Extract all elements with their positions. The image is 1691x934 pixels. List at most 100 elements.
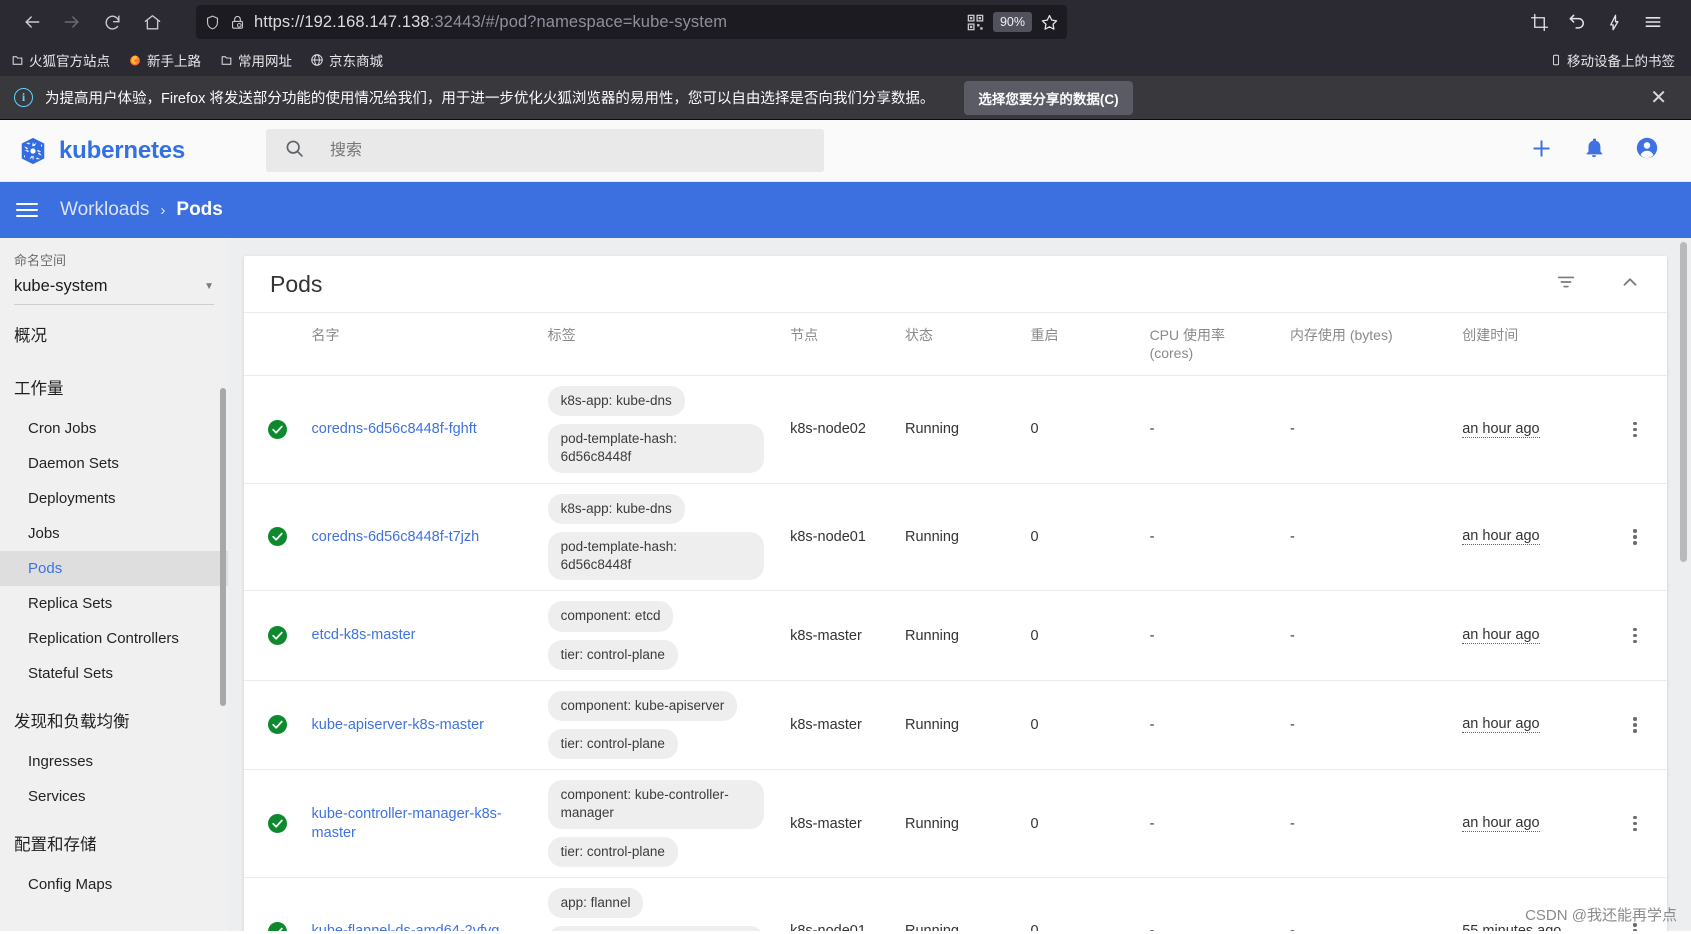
- th-state[interactable]: 状态: [896, 313, 1023, 376]
- main-scrollbar[interactable]: [1680, 242, 1687, 562]
- th-restarts[interactable]: 重启: [1022, 313, 1142, 376]
- label-chip[interactable]: pod-template-hash: 6d56c8448f: [547, 531, 764, 581]
- label-chip[interactable]: k8s-app: kube-dns: [547, 386, 685, 417]
- mobile-bookmarks-item[interactable]: 移动设备上的书签: [1549, 50, 1681, 70]
- reload-icon[interactable]: [94, 5, 130, 39]
- sidebar-item-replication-controllers[interactable]: Replication Controllers: [0, 621, 228, 656]
- pod-name-link[interactable]: etcd-k8s-master: [312, 626, 416, 645]
- table-row[interactable]: etcd-k8s-master component: etcd tier: con…: [244, 590, 1667, 681]
- th-name[interactable]: 名字: [303, 313, 540, 376]
- row-restarts-cell: 0: [1022, 483, 1142, 592]
- filter-icon[interactable]: [1555, 271, 1577, 298]
- sidebar-scrollbar[interactable]: [220, 388, 226, 706]
- sidebar-item-services[interactable]: Services: [0, 779, 228, 814]
- namespace-selector[interactable]: kube-system ▼: [14, 274, 214, 305]
- app-menu-icon[interactable]: [1635, 5, 1671, 39]
- sidebar-item-stateful-sets[interactable]: Stateful Sets: [0, 656, 228, 691]
- row-created-cell: an hour ago: [1454, 483, 1604, 592]
- th-cpu-usage[interactable]: CPU 使用率 (cores): [1141, 313, 1282, 376]
- row-menu-icon[interactable]: [1611, 421, 1659, 437]
- table-row[interactable]: kube-flannel-ds-amd64-2vfvg app: flannel…: [244, 877, 1667, 931]
- th-labels[interactable]: 标签: [539, 313, 783, 376]
- kubernetes-dashboard: kubernetes Workloads › Pods: [0, 120, 1691, 931]
- page-title: Pods: [270, 270, 323, 297]
- row-name-cell: kube-controller-manager-k8s-master: [303, 769, 540, 878]
- label-chip[interactable]: component: kube-apiserver: [547, 690, 738, 721]
- label-chip[interactable]: tier: control-plane: [547, 639, 678, 670]
- row-menu-icon[interactable]: [1611, 717, 1659, 733]
- table-row[interactable]: coredns-6d56c8448f-t7jzh k8s-app: kube-d…: [244, 483, 1667, 592]
- label-chip[interactable]: pod-template-hash: 6d56c8448f: [547, 424, 764, 473]
- bookmark-item[interactable]: 京东商城: [310, 50, 383, 70]
- url-bar[interactable]: https://192.168.147.138:32443/#/pod?name…: [196, 5, 1067, 39]
- zoom-level-badge[interactable]: 90%: [992, 12, 1032, 32]
- sidebar-group-workloads[interactable]: 工作量: [0, 358, 228, 411]
- sidebar-item-pods[interactable]: Pods: [0, 551, 228, 586]
- qr-code-icon[interactable]: [966, 13, 985, 32]
- kubernetes-logo-icon: [18, 136, 48, 166]
- bookmark-item[interactable]: 常用网址: [219, 50, 292, 70]
- pod-name-link[interactable]: coredns-6d56c8448f-fghft: [312, 420, 477, 439]
- label-chip[interactable]: tier: control-plane: [547, 836, 678, 867]
- label-chip[interactable]: tier: control-plane: [547, 728, 678, 760]
- pod-name-link[interactable]: kube-flannel-ds-amd64-2vfvg: [312, 922, 500, 931]
- bookmark-item[interactable]: 新手上路: [128, 50, 201, 70]
- row-labels-cell: component: kube-apiserver tier: control-p…: [539, 680, 783, 771]
- sidebar-item-cron-jobs[interactable]: Cron Jobs: [0, 411, 228, 446]
- row-menu-icon[interactable]: [1611, 627, 1659, 644]
- label-chip[interactable]: k8s-app: kube-dns: [547, 493, 685, 524]
- th-node[interactable]: 节点: [782, 313, 897, 376]
- screenshot-crop-icon[interactable]: [1521, 5, 1557, 39]
- table-row[interactable]: kube-controller-manager-k8s-master compo…: [244, 769, 1667, 878]
- shield-icon[interactable]: [204, 14, 221, 31]
- pod-name-link[interactable]: coredns-6d56c8448f-t7jzh: [312, 528, 480, 547]
- sidebar-item-replica-sets[interactable]: Replica Sets: [0, 586, 228, 621]
- status-ok-icon: [268, 715, 287, 735]
- th-created[interactable]: 创建时间: [1454, 313, 1604, 376]
- sidebar-group-discovery[interactable]: 发现和负载均衡: [0, 691, 228, 744]
- search-bar[interactable]: [266, 129, 824, 172]
- row-state-cell: Running: [896, 769, 1023, 878]
- th-memory-usage[interactable]: 内存使用 (bytes): [1281, 313, 1455, 376]
- brand-logo[interactable]: kubernetes: [14, 136, 266, 166]
- account-icon[interactable]: [1635, 136, 1659, 165]
- chevron-up-icon[interactable]: [1619, 271, 1641, 298]
- pod-name-link[interactable]: kube-apiserver-k8s-master: [312, 716, 484, 735]
- pocket-icon[interactable]: [1597, 5, 1633, 39]
- row-node-cell: k8s-master: [782, 769, 897, 878]
- label-chip[interactable]: component: kube-controller-manager: [547, 780, 764, 829]
- row-menu-icon[interactable]: [1611, 815, 1659, 832]
- sidebar-item-deployments[interactable]: Deployments: [0, 481, 228, 516]
- breadcrumb-parent[interactable]: Workloads: [60, 199, 149, 221]
- sidebar-item-overview[interactable]: 概况: [0, 305, 228, 358]
- sidebar-item-ingresses[interactable]: Ingresses: [0, 744, 228, 779]
- pod-name-link[interactable]: kube-controller-manager-k8s-master: [312, 805, 532, 843]
- back-arrow-icon[interactable]: [14, 5, 50, 39]
- row-name-cell: coredns-6d56c8448f-t7jzh: [303, 483, 540, 592]
- close-icon[interactable]: ✕: [1650, 88, 1677, 108]
- bell-icon[interactable]: [1583, 137, 1605, 164]
- sidebar-item-config-maps[interactable]: Config Maps: [0, 867, 228, 902]
- url-text[interactable]: https://192.168.147.138:32443/#/pod?name…: [254, 13, 958, 32]
- sidebar-group-config-storage[interactable]: 配置和存储: [0, 814, 228, 867]
- folder-icon: [219, 53, 233, 67]
- table-row[interactable]: coredns-6d56c8448f-fghft k8s-app: kube-d…: [244, 375, 1667, 484]
- choose-shared-data-button[interactable]: 选择您要分享的数据(C): [964, 80, 1133, 115]
- label-chip[interactable]: controller-revision-hash: 6674b6b67c: [547, 926, 764, 931]
- bookmark-star-icon[interactable]: [1040, 13, 1059, 32]
- forward-arrow-icon[interactable]: [54, 5, 90, 39]
- created-time: an hour ago: [1462, 627, 1540, 645]
- sidebar-item-daemon-sets[interactable]: Daemon Sets: [0, 446, 228, 481]
- plus-icon[interactable]: [1530, 137, 1553, 165]
- bookmark-item[interactable]: 火狐官方站点: [10, 50, 110, 70]
- label-chip[interactable]: app: flannel: [547, 887, 644, 919]
- menu-hamburger-icon[interactable]: [16, 202, 38, 218]
- lock-warning-icon[interactable]: [229, 14, 246, 31]
- home-icon[interactable]: [134, 5, 170, 39]
- row-menu-icon[interactable]: [1611, 529, 1659, 545]
- undo-arrow-icon[interactable]: [1559, 5, 1595, 39]
- table-row[interactable]: kube-apiserver-k8s-master component: kub…: [244, 680, 1667, 771]
- label-chip[interactable]: component: etcd: [547, 601, 674, 632]
- search-input[interactable]: [328, 140, 806, 161]
- sidebar-item-jobs[interactable]: Jobs: [0, 516, 228, 551]
